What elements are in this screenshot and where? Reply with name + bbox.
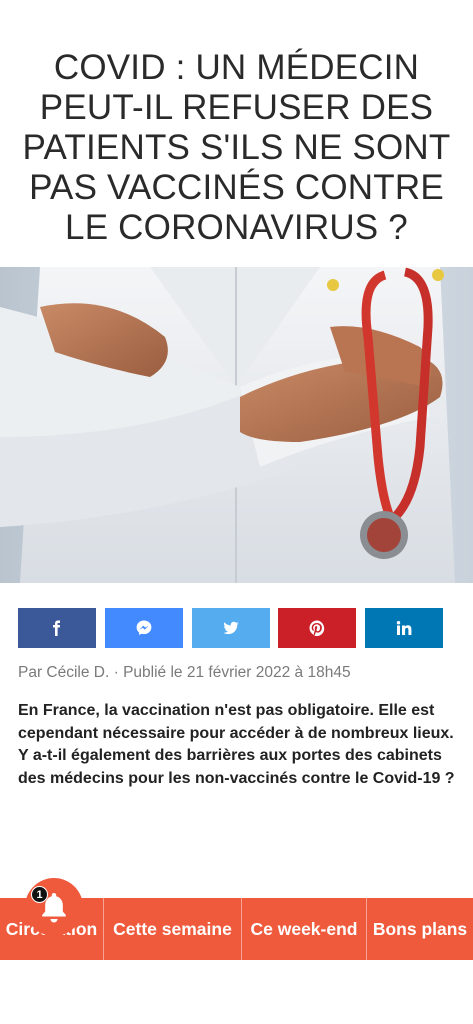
twitter-icon: [223, 621, 238, 635]
messenger-icon: [136, 620, 152, 635]
facebook-icon: [53, 620, 60, 636]
share-twitter-button[interactable]: [191, 608, 270, 648]
linkedin-icon: [396, 621, 412, 635]
share-messenger-button[interactable]: [104, 608, 183, 648]
article-intro: En France, la vaccination n'est pas obli…: [18, 702, 455, 787]
doctor-stethoscope-photo: [0, 267, 473, 583]
article-byline: Par Cécile D. · Publié le 21 février 202…: [18, 664, 351, 681]
nav-item-cette-semaine[interactable]: Cette semaine: [104, 898, 242, 960]
share-linkedin-button[interactable]: [365, 608, 443, 648]
share-facebook-button[interactable]: [18, 608, 96, 648]
pinterest-icon: [309, 620, 325, 636]
notification-count-badge: 1: [31, 886, 48, 903]
share-pinterest-button[interactable]: [278, 608, 357, 648]
article-hero-image: [0, 267, 473, 583]
article-title: COVID : UN MÉDECIN PEUT-IL REFUSER DES P…: [22, 48, 451, 247]
share-buttons: [18, 608, 443, 648]
nav-item-ce-week-end[interactable]: Ce week-end: [242, 898, 367, 960]
nav-item-bons-plans[interactable]: Bons plans: [367, 898, 473, 960]
